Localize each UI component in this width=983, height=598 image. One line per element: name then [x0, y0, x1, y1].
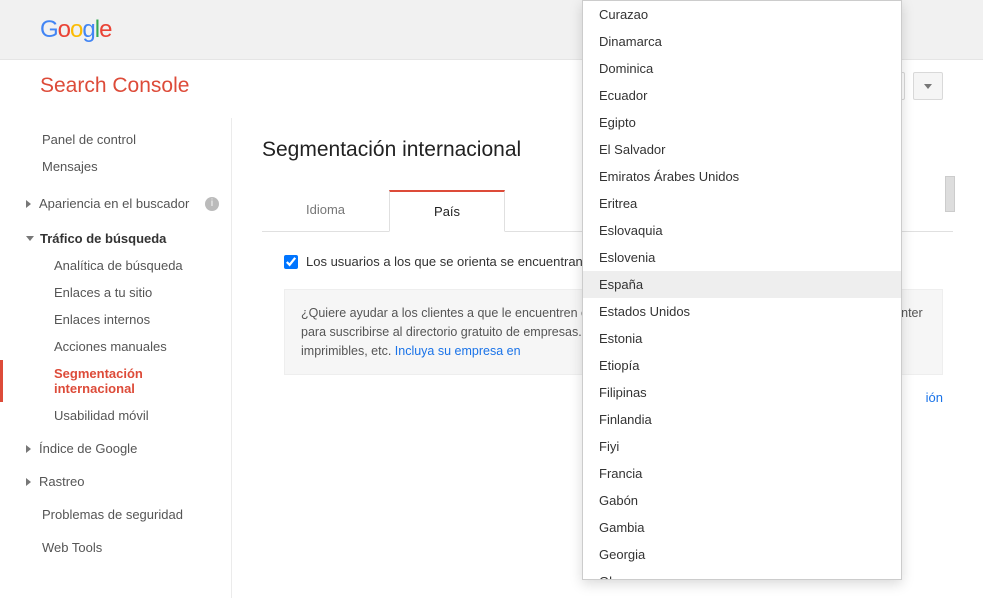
nav-webtools[interactable]: Web Tools	[0, 534, 231, 561]
truncated-link-text: ión	[926, 390, 943, 405]
country-option[interactable]: Eslovenia	[583, 244, 901, 271]
nav-messages[interactable]: Mensajes	[0, 153, 231, 180]
logo-g1: G	[40, 16, 58, 43]
target-users-label: Los usuarios a los que se orienta se enc…	[306, 254, 604, 269]
country-option[interactable]: Dinamarca	[583, 28, 901, 55]
chevron-down-icon	[924, 84, 932, 89]
tab-country[interactable]: País	[389, 190, 505, 232]
country-option[interactable]: España	[583, 271, 901, 298]
country-option[interactable]: Ecuador	[583, 82, 901, 109]
nav-search-appearance[interactable]: Apariencia en el buscador i	[0, 190, 231, 217]
nav-search-traffic[interactable]: Tráfico de búsqueda	[0, 225, 231, 252]
country-option[interactable]: Curazao	[583, 1, 901, 28]
nav-search-appearance-label: Apariencia en el buscador	[39, 196, 189, 211]
logo-e: e	[99, 16, 111, 43]
nav-internal-links[interactable]: Enlaces internos	[0, 306, 231, 333]
nav-search-traffic-label: Tráfico de búsqueda	[40, 231, 166, 246]
country-dropdown[interactable]: CurazaoDinamarcaDominicaEcuadorEgiptoEl …	[582, 0, 902, 580]
tab-language[interactable]: Idioma	[262, 190, 389, 231]
nav-crawl[interactable]: Rastreo	[0, 468, 231, 495]
country-option[interactable]: Estonia	[583, 325, 901, 352]
country-option[interactable]: Ghana	[583, 568, 901, 580]
triangle-right-icon	[26, 478, 31, 486]
property-dropdown-button[interactable]	[913, 72, 943, 100]
triangle-down-icon	[26, 236, 34, 241]
info-icon[interactable]: i	[205, 197, 219, 211]
nav-links-to-site[interactable]: Enlaces a tu sitio	[0, 279, 231, 306]
nav-google-index[interactable]: Índice de Google	[0, 435, 231, 462]
country-option[interactable]: Gambia	[583, 514, 901, 541]
logo-o2: o	[70, 16, 82, 43]
triangle-right-icon	[26, 445, 31, 453]
country-option[interactable]: Egipto	[583, 109, 901, 136]
country-option[interactable]: Finlandia	[583, 406, 901, 433]
country-option[interactable]: Dominica	[583, 55, 901, 82]
google-logo: Google	[40, 16, 111, 44]
country-option[interactable]: El Salvador	[583, 136, 901, 163]
target-users-checkbox[interactable]	[284, 255, 298, 269]
country-option[interactable]: Georgia	[583, 541, 901, 568]
country-option[interactable]: Eritrea	[583, 190, 901, 217]
country-option[interactable]: Estados Unidos	[583, 298, 901, 325]
country-option[interactable]: Etiopía	[583, 352, 901, 379]
nav-security[interactable]: Problemas de seguridad	[0, 501, 231, 528]
nav-intl-targeting[interactable]: Segmentación internacional	[0, 360, 231, 402]
triangle-right-icon	[26, 200, 31, 208]
sidebar: Panel de control Mensajes Apariencia en …	[0, 118, 232, 598]
country-option[interactable]: Francia	[583, 460, 901, 487]
logo-g2: g	[82, 16, 94, 43]
country-option[interactable]: Eslovaquia	[583, 217, 901, 244]
product-title: Search Console	[40, 74, 189, 98]
nav-google-index-label: Índice de Google	[39, 441, 137, 456]
nav-manual-actions[interactable]: Acciones manuales	[0, 333, 231, 360]
promo-link[interactable]: Incluya su empresa en	[395, 344, 521, 358]
nav-mobile-usability[interactable]: Usabilidad móvil	[0, 402, 231, 429]
nav-crawl-label: Rastreo	[39, 474, 85, 489]
right-slider-handle[interactable]	[945, 176, 955, 212]
country-option[interactable]: Fiyi	[583, 433, 901, 460]
nav-search-analytics[interactable]: Analítica de búsqueda	[0, 252, 231, 279]
country-option[interactable]: Emiratos Árabes Unidos	[583, 163, 901, 190]
country-option[interactable]: Gabón	[583, 487, 901, 514]
nav-dashboard[interactable]: Panel de control	[0, 126, 231, 153]
country-option[interactable]: Filipinas	[583, 379, 901, 406]
logo-o1: o	[58, 16, 70, 43]
